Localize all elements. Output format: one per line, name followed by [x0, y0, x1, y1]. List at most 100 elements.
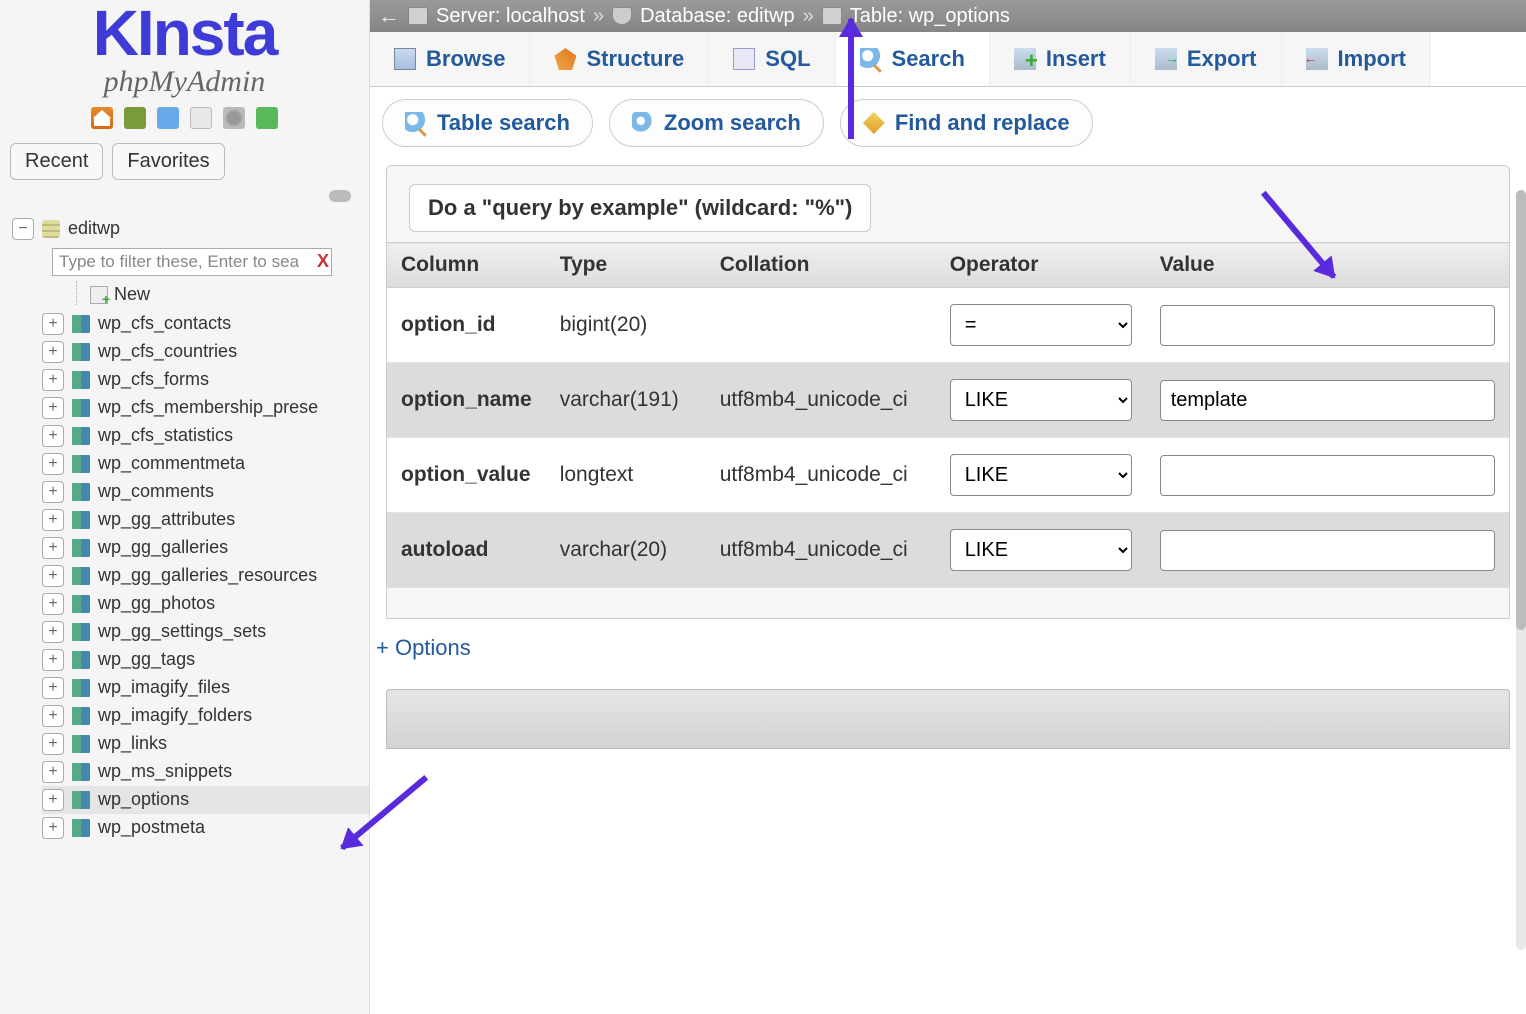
recent-tab[interactable]: Recent	[10, 143, 103, 180]
cell-type: varchar(20)	[546, 513, 706, 588]
operator-select[interactable]: LIKE	[950, 454, 1132, 496]
expand-icon[interactable]: +	[42, 369, 64, 391]
expand-icon[interactable]: +	[42, 341, 64, 363]
value-input[interactable]	[1160, 455, 1495, 496]
expand-icon[interactable]: +	[42, 453, 64, 475]
clear-filter-icon[interactable]: X	[317, 251, 329, 271]
favorites-tab[interactable]: Favorites	[112, 143, 224, 180]
tree-table-wp_cfs_countries[interactable]: +wp_cfs_countries	[42, 338, 369, 366]
th-type: Type	[546, 243, 706, 288]
th-collation: Collation	[706, 243, 936, 288]
expand-icon[interactable]: +	[42, 817, 64, 839]
tree-table-wp_imagify_folders[interactable]: +wp_imagify_folders	[42, 702, 369, 730]
tree-table-wp_gg_photos[interactable]: +wp_gg_photos	[42, 590, 369, 618]
tree-table-wp_gg_tags[interactable]: + wp_gg_tags	[42, 646, 369, 674]
options-toggle[interactable]: + Options	[370, 619, 1526, 677]
cell-collation	[706, 288, 936, 363]
table-icon	[72, 399, 90, 417]
server-icon	[408, 7, 428, 25]
breadcrumb-table[interactable]: Table: wp_options	[850, 5, 1010, 28]
table-icon	[72, 651, 90, 669]
tree-table-wp_cfs_membership_prese[interactable]: +wp_cfs_membership_prese	[42, 394, 369, 422]
tab-import[interactable]: Import	[1282, 32, 1431, 86]
tree-table-wp_cfs_statistics[interactable]: + wp_cfs_statistics	[42, 422, 369, 450]
value-input[interactable]	[1160, 380, 1495, 421]
browse-icon	[394, 48, 416, 70]
tree-table-wp_cfs_contacts[interactable]: +wp_cfs_contacts	[42, 310, 369, 338]
table-name: wp_postmeta	[98, 817, 205, 838]
expand-icon[interactable]: +	[42, 649, 64, 671]
tree-table-wp_options[interactable]: +wp_options	[42, 786, 369, 814]
settings-icon[interactable]	[223, 107, 245, 129]
value-input[interactable]	[1160, 305, 1495, 346]
tab-browse[interactable]: Browse	[370, 32, 530, 86]
expand-icon[interactable]: +	[42, 677, 64, 699]
tab-search[interactable]: Search	[836, 32, 990, 86]
tree-table-wp_comments[interactable]: +wp_comments	[42, 478, 369, 506]
tree-table-wp_links[interactable]: +wp_links	[42, 730, 369, 758]
table-name: wp_gg_tags	[98, 649, 195, 670]
tree-new-table[interactable]: New	[12, 280, 369, 310]
nav-back-icon[interactable]: ←	[378, 3, 400, 29]
sidebar-scrollbar[interactable]	[1516, 190, 1526, 950]
expand-icon[interactable]: +	[42, 397, 64, 419]
tree-table-wp_gg_settings_sets[interactable]: +wp_gg_settings_sets	[42, 618, 369, 646]
expand-icon[interactable]: +	[42, 621, 64, 643]
tree-table-wp_gg_galleries[interactable]: +wp_gg_galleries	[42, 534, 369, 562]
subtab-find-replace[interactable]: Find and replace	[840, 99, 1093, 147]
tree-table-wp_ms_snippets[interactable]: +wp_ms_snippets	[42, 758, 369, 786]
expand-icon[interactable]: +	[42, 565, 64, 587]
expand-icon[interactable]: +	[42, 789, 64, 811]
expand-icon[interactable]: +	[42, 705, 64, 727]
breadcrumb-sep: »	[593, 5, 604, 28]
breadcrumb-database[interactable]: Database: editwp	[640, 5, 795, 28]
search-table: Column Type Collation Operator Value opt…	[387, 242, 1509, 588]
cell-column: option_value	[387, 438, 546, 513]
tree-table-wp_gg_galleries_resources[interactable]: +wp_gg_galleries_resources	[42, 562, 369, 590]
search-icon	[405, 112, 427, 134]
expand-icon[interactable]: +	[42, 509, 64, 531]
logout-icon[interactable]	[124, 107, 146, 129]
search-row-option_value: option_valuelongtextutf8mb4_unicode_ciLI…	[387, 438, 1509, 513]
reload-icon[interactable]	[256, 107, 278, 129]
value-input[interactable]	[1160, 530, 1495, 571]
table-name: wp_commentmeta	[98, 453, 245, 474]
expand-icon[interactable]: +	[42, 733, 64, 755]
tree-table-wp_cfs_forms[interactable]: +wp_cfs_forms	[42, 366, 369, 394]
home-icon[interactable]	[91, 107, 113, 129]
export-icon	[1155, 48, 1177, 70]
expand-icon[interactable]: +	[42, 761, 64, 783]
tree-table-wp_imagify_files[interactable]: +wp_imagify_files	[42, 674, 369, 702]
table-icon	[72, 343, 90, 361]
breadcrumb-server[interactable]: Server: localhost	[436, 5, 585, 28]
tab-structure[interactable]: Structure	[530, 32, 709, 86]
tree-table-wp_commentmeta[interactable]: + wp_commentmeta	[42, 450, 369, 478]
expand-icon[interactable]: +	[42, 593, 64, 615]
table-name: wp_cfs_statistics	[98, 425, 233, 446]
link-icon[interactable]	[329, 190, 351, 202]
expand-icon[interactable]: +	[42, 481, 64, 503]
expand-icon[interactable]: +	[42, 425, 64, 447]
subtab-table-search[interactable]: Table search	[382, 99, 593, 147]
tree-database[interactable]: − editwp	[12, 214, 369, 244]
database-icon	[42, 220, 60, 238]
tree-filter-input[interactable]	[52, 248, 332, 276]
subtab-zoom-search[interactable]: Zoom search	[609, 99, 824, 147]
operator-select[interactable]: LIKE	[950, 379, 1132, 421]
tab-export[interactable]: Export	[1131, 32, 1282, 86]
operator-select[interactable]: =	[950, 304, 1132, 346]
expand-icon[interactable]: +	[42, 313, 64, 335]
help-icon[interactable]	[157, 107, 179, 129]
tab-insert[interactable]: Insert	[990, 32, 1131, 86]
breadcrumb: ← Server: localhost » Database: editwp »…	[370, 0, 1526, 32]
insert-icon	[1014, 48, 1036, 70]
tree-table-wp_gg_attributes[interactable]: +wp_gg_attributes	[42, 506, 369, 534]
collapse-icon[interactable]: −	[12, 218, 34, 240]
table-icon	[72, 819, 90, 837]
operator-select[interactable]: LIKE	[950, 529, 1132, 571]
docs-icon[interactable]	[190, 107, 212, 129]
table-icon	[72, 623, 90, 641]
expand-icon[interactable]: +	[42, 537, 64, 559]
tab-sql[interactable]: SQL	[709, 32, 835, 86]
tree-table-wp_postmeta[interactable]: + wp_postmeta	[42, 814, 369, 842]
